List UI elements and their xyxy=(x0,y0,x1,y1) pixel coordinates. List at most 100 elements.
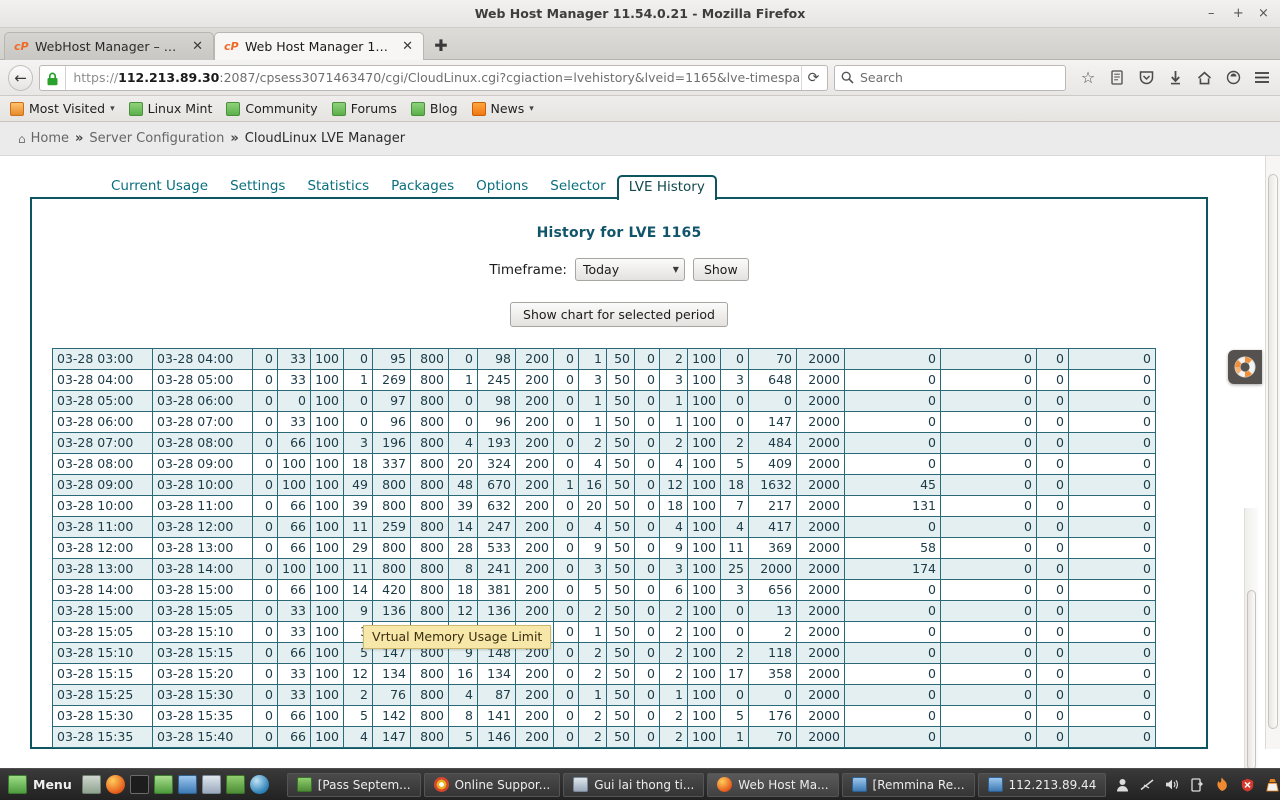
tab-packages[interactable]: Packages xyxy=(380,176,465,198)
show-button[interactable]: Show xyxy=(692,258,749,281)
tab-current-usage[interactable]: Current Usage xyxy=(100,176,219,198)
table-cell: 2 xyxy=(578,600,607,622)
table-cell: 2 xyxy=(343,684,373,706)
firewall-icon[interactable] xyxy=(1214,777,1230,793)
new-tab-button[interactable]: ✚ xyxy=(428,32,454,58)
remmina-icon[interactable] xyxy=(177,775,197,794)
taskbar-window-web-host-manager[interactable]: Web Host Ma... xyxy=(707,772,839,797)
taskbar-window-pass[interactable]: [Pass Septem... xyxy=(286,772,421,797)
bookmark-label: Most Visited xyxy=(29,101,106,116)
bookmark-most-visited[interactable]: Most Visited ▾ xyxy=(10,101,115,116)
show-desktop-icon[interactable] xyxy=(81,775,101,794)
table-cell: 33 xyxy=(277,621,311,643)
table-cell: 0 xyxy=(844,663,941,685)
minimize-button[interactable]: – xyxy=(1208,0,1222,28)
home-icon[interactable] xyxy=(1194,68,1214,88)
tab-lve-history[interactable]: LVE History xyxy=(616,175,717,200)
reload-button[interactable]: ⟳ xyxy=(801,65,825,90)
window-controls: – + × xyxy=(1208,0,1272,28)
table-cell: 800 xyxy=(410,600,449,622)
terminal-icon[interactable] xyxy=(129,775,149,794)
tab-settings[interactable]: Settings xyxy=(219,176,296,198)
browser-tab-2[interactable]: Web Host Manager 11.54... ✕ xyxy=(214,32,424,60)
nqp-icon[interactable] xyxy=(225,775,245,794)
table-cell: 50 xyxy=(606,642,635,664)
lifering-help-icon[interactable] xyxy=(1228,350,1262,384)
tab-close-icon[interactable]: ✕ xyxy=(402,39,413,54)
search-bar[interactable]: Search xyxy=(834,64,1066,91)
file-manager-icon[interactable] xyxy=(153,775,173,794)
taskbar: Menu [Pass Septem... Online Suppor... Gu… xyxy=(0,768,1280,800)
window-title: Web Host Manager 11.54.0.21 - Mozilla Fi… xyxy=(474,6,806,21)
sync-icon[interactable] xyxy=(1223,68,1243,88)
bookmark-linux-mint[interactable]: Linux Mint xyxy=(128,101,213,116)
table-cell: 2 xyxy=(659,432,688,454)
downloads-icon[interactable] xyxy=(1165,68,1185,88)
network-icon[interactable] xyxy=(1139,777,1155,793)
page-scrollbar-thumb[interactable] xyxy=(1268,174,1278,729)
volume-icon[interactable] xyxy=(1164,777,1180,793)
table-cell: 0 xyxy=(1068,600,1156,622)
tab-close-icon[interactable]: ✕ xyxy=(192,39,203,54)
table-cell: 100 xyxy=(310,600,344,622)
table-scrollbar-thumb[interactable] xyxy=(1247,590,1256,768)
close-button[interactable]: × xyxy=(1258,0,1272,28)
table-cell: 100 xyxy=(687,516,721,538)
table-cell: 0 xyxy=(1068,453,1156,475)
tab-statistics[interactable]: Statistics xyxy=(296,176,380,198)
bookmark-label: Linux Mint xyxy=(147,101,213,116)
table-cell: 33 xyxy=(277,411,311,433)
table-cell: 0 xyxy=(252,411,278,433)
browser-tab-1[interactable]: WebHost Manager – ns8... ✕ xyxy=(4,32,214,60)
taskbar-window-remmina[interactable]: [Remmina Re... xyxy=(841,772,975,797)
breadcrumb-item-server-configuration[interactable]: Server Configuration xyxy=(89,131,224,146)
breadcrumb-item-home[interactable]: Home xyxy=(31,131,69,146)
table-cell: 14 xyxy=(448,516,478,538)
search-input[interactable]: Search xyxy=(860,70,903,85)
table-cell: 259 xyxy=(372,516,411,538)
page-scrollbar[interactable] xyxy=(1265,156,1280,749)
firefox-icon[interactable] xyxy=(105,775,125,794)
reader-icon[interactable] xyxy=(1107,68,1127,88)
chevron-down-icon: ▾ xyxy=(529,103,534,114)
table-cell: 200 xyxy=(515,579,554,601)
maximize-button[interactable]: + xyxy=(1233,0,1247,28)
table-cell: 200 xyxy=(515,663,554,685)
cpanel-icon xyxy=(14,39,29,54)
bookmark-community[interactable]: Community xyxy=(226,101,318,116)
bookmark-news[interactable]: News ▾ xyxy=(471,101,534,116)
taskbar-window-ip[interactable]: 112.213.89.44 xyxy=(977,772,1107,797)
table-cell: 50 xyxy=(606,348,635,370)
table-cell: 800 xyxy=(410,411,449,433)
image-viewer-icon[interactable] xyxy=(201,775,221,794)
start-menu-button[interactable]: Menu xyxy=(4,775,82,794)
table-cell: 800 xyxy=(410,453,449,475)
tab-options[interactable]: Options xyxy=(465,176,539,198)
cell-from: 03-28 10:00 xyxy=(52,495,153,517)
globe-icon[interactable] xyxy=(249,775,269,794)
taskbar-window-online-support[interactable]: Online Suppor... xyxy=(423,772,561,797)
timeframe-select[interactable]: Today ▼ xyxy=(574,258,685,281)
bookmark-forums[interactable]: Forums xyxy=(331,101,397,116)
shield-icon[interactable] xyxy=(1239,777,1255,793)
table-cell: 0 xyxy=(252,369,278,391)
table-cell: 0 xyxy=(553,432,579,454)
table-scrollbar[interactable] xyxy=(1244,508,1258,768)
pocket-icon[interactable] xyxy=(1136,68,1156,88)
vlc-icon[interactable] xyxy=(1264,777,1280,793)
bookmark-star-icon[interactable]: ☆ xyxy=(1078,68,1098,88)
user-icon[interactable] xyxy=(1114,777,1130,793)
table-cell: 12 xyxy=(448,600,478,622)
taskbar-window-gui-lai[interactable]: Gui lai thong ti... xyxy=(563,772,705,797)
tab-selector[interactable]: Selector xyxy=(539,176,616,198)
update-icon[interactable] xyxy=(1189,777,1205,793)
show-chart-button[interactable]: Show chart for selected period xyxy=(510,302,728,327)
menu-icon[interactable] xyxy=(1252,68,1272,88)
bookmark-blog[interactable]: Blog xyxy=(410,101,458,116)
table-cell: 2000 xyxy=(796,684,845,706)
table-cell: 0 xyxy=(1036,726,1069,748)
table-cell: 0 xyxy=(1068,663,1156,685)
back-button[interactable]: ← xyxy=(8,64,34,91)
table-cell: 3 xyxy=(578,558,607,580)
url-bar[interactable]: https://112.213.89.30:2087/cpsess3071463… xyxy=(39,64,828,91)
